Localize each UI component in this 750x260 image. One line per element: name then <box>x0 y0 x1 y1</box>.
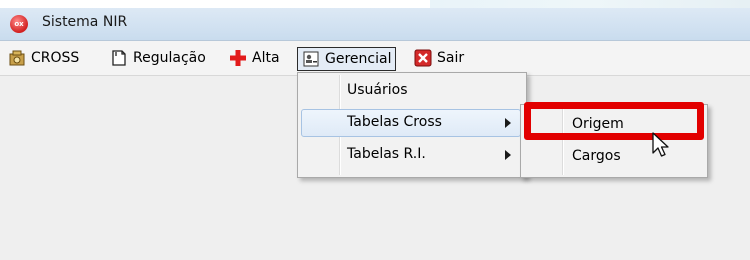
menu-item-usuarios[interactable]: Usuários <box>301 77 521 105</box>
menu-item-tabelas-cross[interactable]: Tabelas Cross <box>301 109 521 137</box>
manager-icon <box>302 50 320 68</box>
menu-gerencial[interactable]: Gerencial <box>297 47 397 71</box>
menu-cross-label: CROSS <box>31 50 80 66</box>
submenu-item-cargos[interactable]: Cargos <box>525 143 703 171</box>
window-title: Sistema NIR <box>42 14 128 30</box>
menu-item-tabelas-ri[interactable]: Tabelas R.I. <box>301 141 521 169</box>
submenu-arrow-icon <box>505 118 511 128</box>
submenu-arrow-icon <box>505 150 511 160</box>
menu-item-usuarios-label: Usuários <box>347 82 408 98</box>
menu-alta[interactable]: Alta <box>229 48 280 68</box>
menu-regulacao-label: Regulação <box>133 50 206 66</box>
menu-sair[interactable]: Sair <box>414 48 464 68</box>
gerencial-dropdown: Usuários Tabelas Cross Tabelas R.I. <box>297 72 527 178</box>
menu-item-tabelas-ri-label: Tabelas R.I. <box>347 146 426 162</box>
title-bar: ox Sistema NIR <box>0 8 750 41</box>
red-plus-icon <box>229 49 247 67</box>
menu-gerencial-label: Gerencial <box>325 51 392 67</box>
menu-alta-label: Alta <box>252 50 280 66</box>
menu-bar: CROSS Regulação Alta Gerencial Sair <box>0 41 750 76</box>
document-icon <box>110 49 128 67</box>
menu-sair-label: Sair <box>437 50 465 66</box>
menu-item-tabelas-cross-label: Tabelas Cross <box>347 114 442 130</box>
highlight-annotation-box <box>524 102 704 140</box>
mouse-pointer-icon <box>651 131 673 165</box>
exit-icon <box>414 49 432 67</box>
app-icon: ox <box>10 15 28 33</box>
cross-icon <box>8 49 26 67</box>
menu-regulacao[interactable]: Regulação <box>110 48 206 68</box>
submenu-item-cargos-label: Cargos <box>572 148 621 164</box>
menu-cross[interactable]: CROSS <box>8 48 79 68</box>
